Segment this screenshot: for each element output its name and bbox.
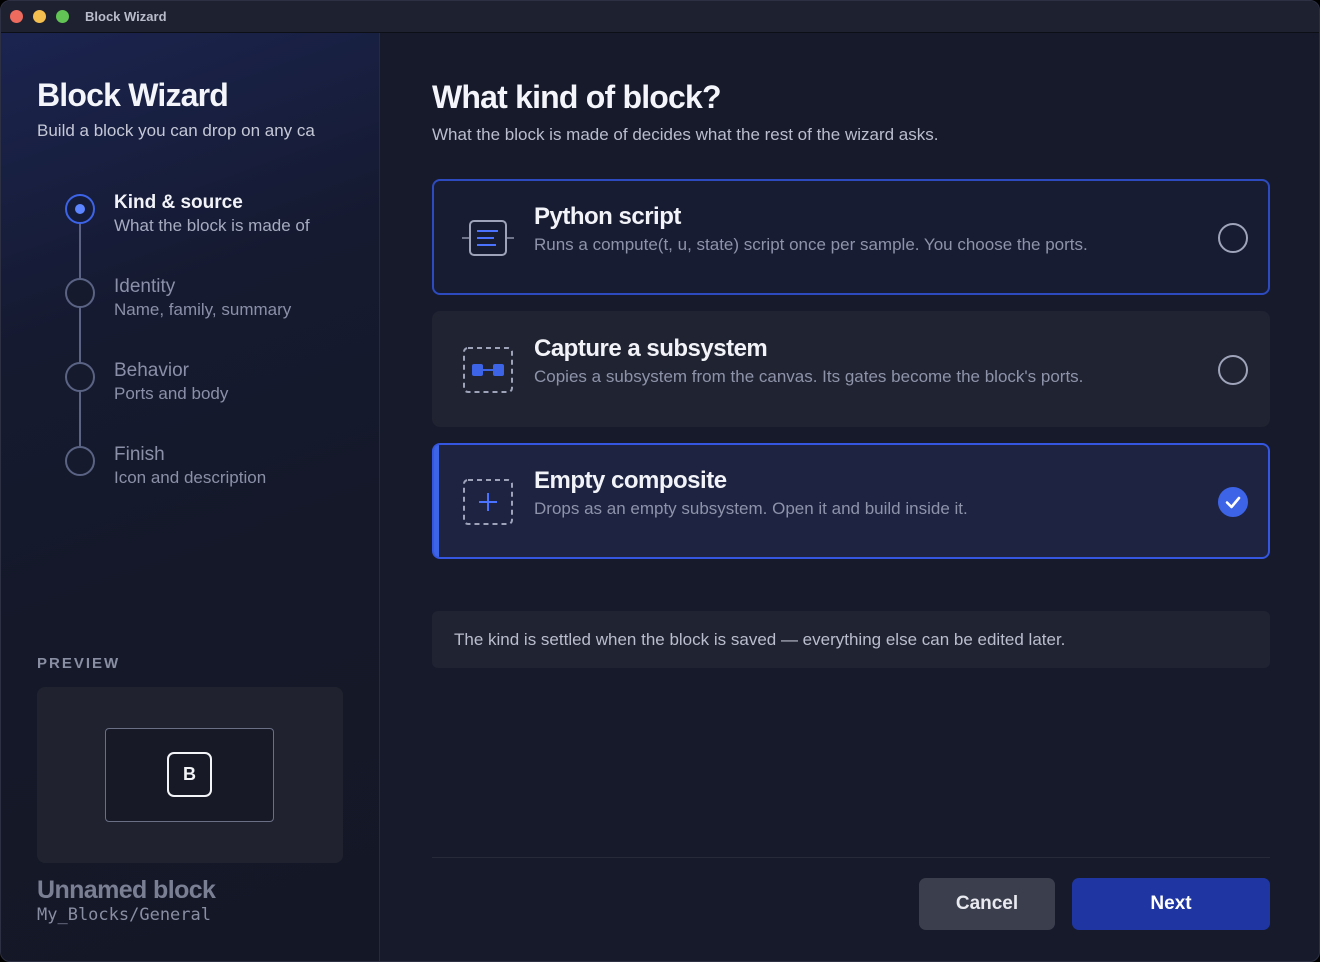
info-note: The kind is settled when the block is sa… (432, 611, 1270, 668)
close-window-button[interactable] (10, 10, 23, 23)
option-title: Empty composite (534, 467, 727, 494)
step-name: Finish (114, 444, 165, 465)
step-connector-line (79, 194, 81, 456)
step-desc: Ports and body (114, 384, 229, 403)
step-desc: What the block is made of (114, 216, 310, 235)
block-glyph-icon: B (167, 752, 212, 797)
subsystem-icon (463, 347, 513, 393)
main-panel: What kind of block? What the block is ma… (381, 33, 1319, 961)
page-title: What kind of block? (432, 79, 722, 115)
option-capture-subsystem[interactable]: Capture a subsystem Copies a subsystem f… (432, 311, 1270, 427)
minimize-window-button[interactable] (33, 10, 46, 23)
maximize-window-button[interactable] (56, 10, 69, 23)
cancel-button[interactable]: Cancel (919, 878, 1055, 930)
block-path: My_Blocks/General (37, 905, 211, 925)
page-subtitle: What the block is made of decides what t… (432, 125, 939, 144)
info-note-text: The kind is settled when the block is sa… (454, 630, 1066, 649)
option-title: Capture a subsystem (534, 335, 768, 362)
step-indicator (65, 278, 95, 308)
selection-accent-bar (434, 445, 439, 557)
script-icon (462, 220, 514, 256)
block-name: Unnamed block (37, 876, 216, 904)
option-desc: Copies a subsystem from the canvas. Its … (534, 367, 1084, 386)
option-radio-checked[interactable] (1218, 487, 1248, 517)
empty-composite-icon (463, 479, 513, 525)
option-empty-composite[interactable]: Empty composite Drops as an empty subsys… (432, 443, 1270, 559)
option-desc: Drops as an empty subsystem. Open it and… (534, 499, 968, 518)
step-desc: Icon and description (114, 468, 267, 487)
preview-label: PREVIEW (37, 655, 121, 672)
option-radio[interactable] (1218, 223, 1248, 253)
option-python-script[interactable]: Python script Runs a compute(t, u, state… (432, 179, 1270, 295)
step-desc: Name, family, summary (114, 300, 292, 319)
checkmark-icon (1225, 496, 1241, 509)
option-desc: Runs a compute(t, u, state) script once … (534, 235, 1088, 254)
option-title: Python script (534, 203, 681, 230)
next-button[interactable]: Next (1072, 878, 1270, 930)
footer-divider (432, 857, 1270, 858)
step-indicator (65, 362, 95, 392)
block-preview: B (37, 687, 343, 863)
step-indicator (65, 446, 95, 476)
step-indicator-active (65, 194, 95, 224)
option-radio[interactable] (1218, 355, 1248, 385)
step-name: Behavior (114, 360, 189, 381)
step-name: Identity (114, 276, 176, 297)
wizard-window: Block Wizard Block Wizard Build a block … (0, 0, 1320, 962)
window-title: Block Wizard (85, 9, 167, 24)
step-name: Kind & source (114, 192, 243, 213)
sidebar: Block Wizard Build a block you can drop … (1, 33, 380, 961)
sidebar-subtitle: Build a block you can drop on any ca (37, 121, 315, 140)
title-bar: Block Wizard (1, 1, 1319, 33)
sidebar-title: Block Wizard (37, 77, 229, 113)
preview-block-shape: B (105, 728, 274, 822)
